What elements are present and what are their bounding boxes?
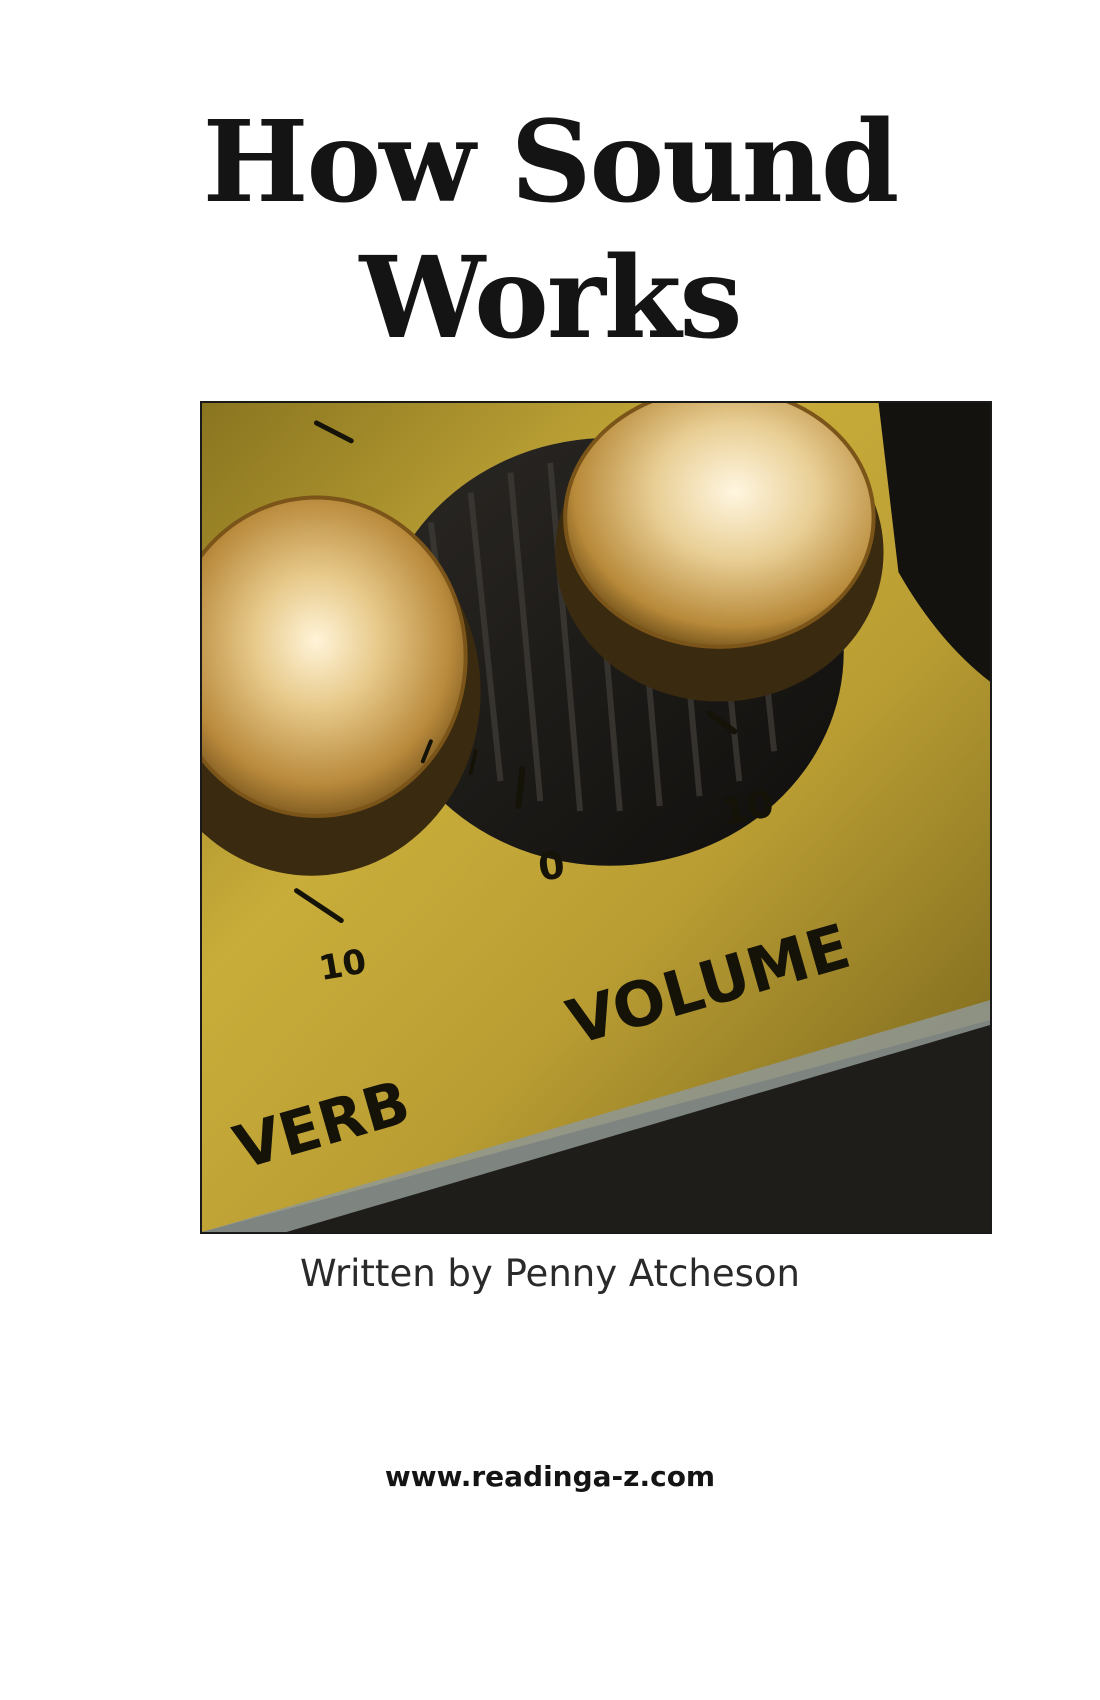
title-line-2: Works	[359, 233, 742, 364]
publisher-website: www.readinga-z.com	[384, 1460, 716, 1493]
book-cover: How Sound Works 10 0 10 VOLUME VERB Writ…	[0, 0, 1100, 1700]
author-byline: Written by Penny Atcheson	[300, 1252, 800, 1295]
title-line-1: How Sound	[202, 97, 900, 228]
cover-photo-amplifier-knobs: 10 0 10 VOLUME VERB	[200, 401, 992, 1234]
book-title: How Sound Works	[0, 95, 1100, 367]
amplifier-panel-illustration: 10 0 10 VOLUME VERB	[202, 403, 990, 1232]
reverb-scale-10-label: 10	[316, 942, 369, 989]
volume-knob-gold	[555, 403, 884, 702]
